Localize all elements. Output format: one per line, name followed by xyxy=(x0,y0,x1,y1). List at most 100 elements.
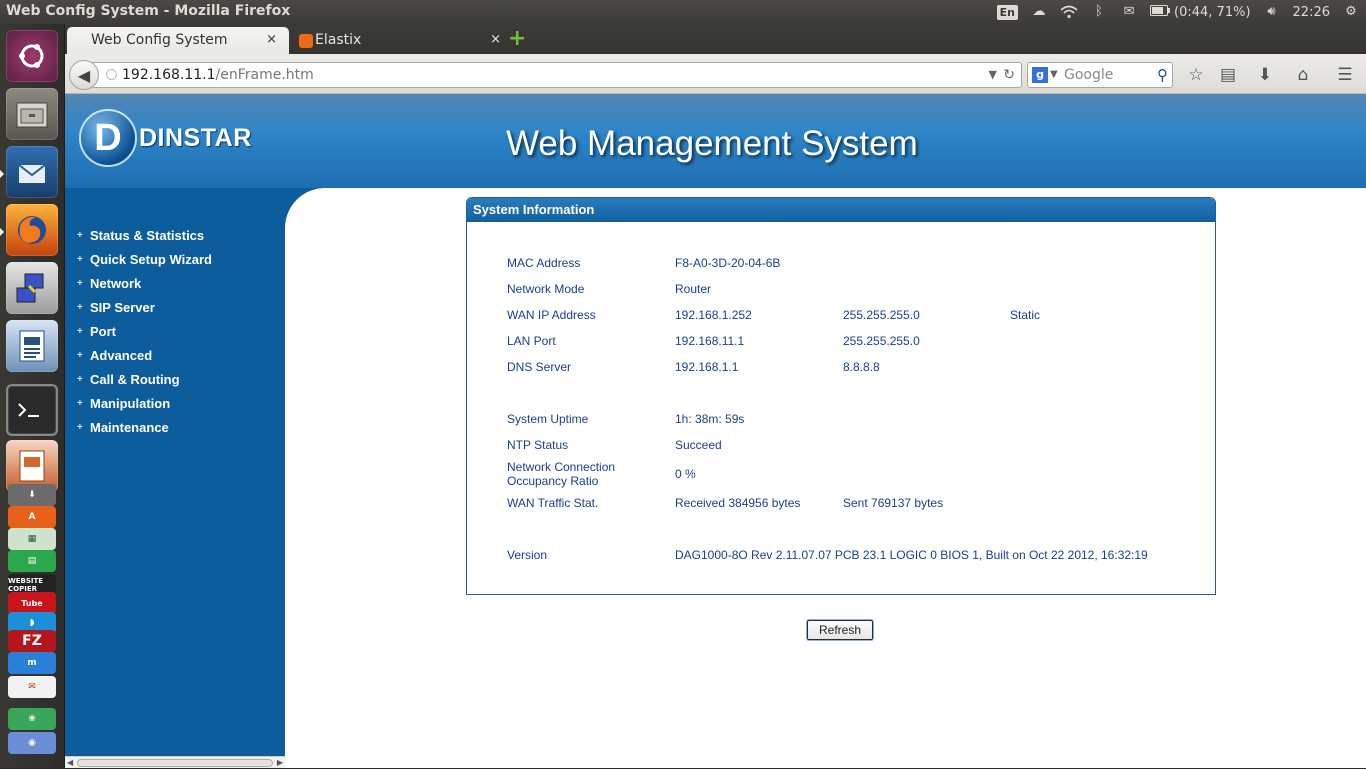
search-placeholder: Google xyxy=(1064,67,1114,83)
sidebar-item-label: Network xyxy=(90,276,142,291)
sidebar: + Status & Statistics + Quick Setup Wizard… xyxy=(65,188,285,768)
gmail-icon[interactable]: ✉ xyxy=(8,676,56,698)
sidebar-item-call-routing[interactable]: + Call & Routing xyxy=(77,368,212,392)
reload-icon[interactable]: ↻ xyxy=(1003,63,1015,87)
sidebar-item-maintenance[interactable]: + Maintenance xyxy=(77,416,212,440)
bluetooth-icon[interactable]: ᛒ xyxy=(1090,5,1108,19)
tab-bar: Web Config System × Elastix × + xyxy=(65,24,1366,54)
wan-ip-value: 192.168.1.252 xyxy=(675,308,752,322)
ntp-status-label: NTP Status xyxy=(507,438,569,452)
filezilla-icon[interactable]: FZ xyxy=(8,630,56,652)
search-bar[interactable]: g ▼ Google ⚲ xyxy=(1027,62,1173,88)
navigation-toolbar: 192.168.11.1/enFrame.htm ▼ ↻ ◀ g ▼ Googl… xyxy=(65,54,1366,94)
lan-port-label: LAN Port xyxy=(507,334,556,348)
table-app-icon[interactable]: ▤ xyxy=(8,550,56,572)
scrollbar-thumb[interactable] xyxy=(77,759,273,767)
keyboard-layout-indicator[interactable]: En xyxy=(996,4,1019,20)
globe-icon xyxy=(106,69,117,80)
close-tab-icon[interactable]: × xyxy=(490,27,501,53)
wifi-icon[interactable] xyxy=(1060,5,1078,19)
sidebar-item-manipulation[interactable]: + Manipulation xyxy=(77,392,212,416)
sidebar-horizontal-scrollbar[interactable]: ◀ ▶ xyxy=(65,756,285,768)
scroll-right-icon[interactable]: ▶ xyxy=(277,757,283,769)
search-engine-dropdown-icon[interactable]: ▼ xyxy=(1050,63,1058,87)
sidebar-item-label: Port xyxy=(90,324,116,339)
new-tab-button[interactable]: + xyxy=(508,28,526,50)
ubuntu-dash-icon[interactable] xyxy=(6,30,58,82)
wan-type-value: Static xyxy=(1010,308,1041,322)
sidebar-item-label: Call & Routing xyxy=(90,372,180,387)
terminal-icon[interactable] xyxy=(6,384,58,436)
running-indicator xyxy=(0,170,4,178)
tab-label: Elastix xyxy=(315,32,362,48)
plus-icon: + xyxy=(77,230,83,241)
sidebar-item-network[interactable]: + Network xyxy=(77,272,212,296)
software-updater-icon[interactable]: ⬇ xyxy=(8,484,56,506)
url-bar[interactable]: 192.168.11.1/enFrame.htm ▼ ↻ xyxy=(85,62,1022,88)
lan-ip-value: 192.168.11.1 xyxy=(675,334,745,348)
firefox-window: Web Config System × Elastix × + 192.168.… xyxy=(65,24,1366,768)
search-icon[interactable]: ⚲ xyxy=(1157,63,1168,87)
sidebar-item-port[interactable]: + Port xyxy=(77,320,212,344)
downloads-icon[interactable]: ⬇ xyxy=(1254,64,1276,86)
remote-desktop-icon[interactable] xyxy=(6,262,58,314)
network-mode-label: Network Mode xyxy=(507,282,585,296)
window-title: Web Config System - Mozilla Firefox xyxy=(6,3,291,19)
dns-primary-value: 192.168.1.1 xyxy=(675,360,739,374)
wan-traffic-received: Received 384956 bytes xyxy=(675,496,801,510)
firefox-icon[interactable] xyxy=(6,204,58,256)
battery-text: (0:44, 71%) xyxy=(1174,4,1251,20)
version-label: Version xyxy=(507,548,548,562)
bookmark-star-icon[interactable]: ☆ xyxy=(1185,64,1207,86)
gear-icon[interactable]: ⚙ xyxy=(1342,5,1360,19)
sidebar-item-quick-setup-wizard[interactable]: + Quick Setup Wizard xyxy=(77,248,212,272)
thunderbird-icon[interactable] xyxy=(6,146,58,198)
dinstar-logo: D DINSTAR xyxy=(79,108,252,168)
spreadsheet-icon[interactable]: ▦ xyxy=(8,528,56,550)
url-host: 192.168.11.1 xyxy=(122,67,216,83)
top-panel: Web Config System - Mozilla Firefox En ☁… xyxy=(0,0,1366,24)
plus-icon: + xyxy=(77,278,83,289)
scroll-left-icon[interactable]: ◀ xyxy=(67,757,73,769)
battery-icon xyxy=(1150,4,1171,20)
sidebar-item-advanced[interactable]: + Advanced xyxy=(77,344,212,368)
google-icon[interactable]: g xyxy=(1032,67,1048,83)
app-m-icon[interactable]: m xyxy=(8,652,56,674)
clock[interactable]: 22:26 xyxy=(1293,5,1330,20)
tab-web-config[interactable]: Web Config System × xyxy=(67,27,289,54)
history-dropdown-icon[interactable]: ▼ xyxy=(989,63,997,87)
refresh-button[interactable]: Refresh xyxy=(807,620,873,640)
sidebar-item-status-statistics[interactable]: + Status & Statistics xyxy=(77,224,212,248)
sidebar-item-label: Manipulation xyxy=(90,396,171,411)
back-button[interactable]: ◀ xyxy=(69,60,99,90)
bookmarks-menu-icon[interactable]: ▤ xyxy=(1217,64,1239,86)
plus-icon: + xyxy=(77,398,83,409)
youtube-icon[interactable]: Tube xyxy=(8,592,56,614)
volume-icon[interactable]: 🔊︎ xyxy=(1263,5,1281,19)
close-tab-icon[interactable]: × xyxy=(266,27,277,53)
sidebar-item-label: Advanced xyxy=(90,348,153,363)
launcher: ⬇ A ▦ ▤ WEBSITE COPIER Tube ◗ FZ m ✉ ❀ ◉ xyxy=(0,24,65,768)
occupancy-value: 0 % xyxy=(675,467,696,481)
header-banner: D DINSTAR Web Management System xyxy=(65,94,1366,188)
sidebar-item-label: SIP Server xyxy=(90,300,155,315)
menu-icon[interactable]: ☰ xyxy=(1334,64,1356,86)
ubuntu-software-center-icon[interactable]: A xyxy=(8,506,56,528)
dns-server-label: DNS Server xyxy=(507,360,572,374)
libreoffice-writer-icon[interactable] xyxy=(6,320,58,372)
sidebar-corner-curve xyxy=(285,188,365,268)
sidebar-item-sip-server[interactable]: + SIP Server xyxy=(77,296,212,320)
plus-icon: + xyxy=(77,326,83,337)
home-icon[interactable]: ⌂ xyxy=(1292,64,1314,86)
app-green-icon[interactable]: ❀ xyxy=(8,708,56,730)
plus-icon: + xyxy=(77,254,83,265)
tab-elastix[interactable]: Elastix × xyxy=(291,27,513,54)
cloud-icon[interactable]: ☁ xyxy=(1030,5,1048,19)
mail-icon[interactable]: ✉ xyxy=(1120,5,1138,19)
app-purple-icon[interactable]: ◉ xyxy=(8,732,56,754)
files-icon[interactable] xyxy=(6,88,58,140)
panel-heading: System Information xyxy=(467,198,1215,222)
battery-indicator[interactable]: (0:44, 71%) xyxy=(1150,4,1251,20)
system-information-panel: System Information MAC Address F8-A0-3D-… xyxy=(466,197,1216,595)
plus-icon: + xyxy=(77,422,83,433)
